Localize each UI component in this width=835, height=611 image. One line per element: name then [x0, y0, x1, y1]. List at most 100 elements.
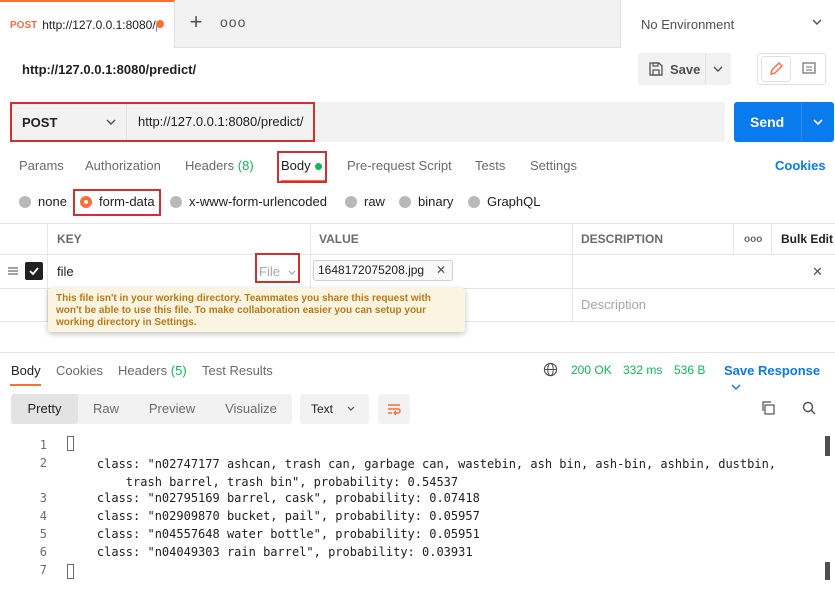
- pencil-icon: [770, 62, 783, 75]
- code-line: class: "n02747177 ashcan, trash can, gar…: [96, 457, 777, 489]
- save-icon: [649, 62, 663, 76]
- documentation-button[interactable]: [794, 56, 824, 82]
- copy-icon[interactable]: [760, 400, 776, 416]
- close-bracket-marker: [67, 564, 74, 579]
- tab-headers[interactable]: Headers (8): [185, 158, 254, 173]
- code-line: class: "n04557648 water bottle", probabi…: [68, 527, 480, 541]
- check-icon: [29, 267, 39, 276]
- radio-raw[interactable]: raw: [345, 194, 385, 209]
- drag-handle-icon[interactable]: [7, 265, 19, 277]
- response-size[interactable]: 536 B: [674, 363, 705, 377]
- radio-icon: [19, 195, 31, 208]
- new-tab-plus-icon[interactable]: +: [185, 11, 207, 34]
- tab-authorization[interactable]: Authorization: [85, 158, 161, 173]
- save-button[interactable]: Save: [638, 53, 731, 85]
- chevron-down-icon: [812, 19, 822, 25]
- radio-x-www-form-urlencoded[interactable]: x-www-form-urlencoded: [170, 194, 327, 209]
- remove-file-icon[interactable]: ✕: [436, 261, 446, 280]
- row-enabled-checkbox[interactable]: [25, 262, 43, 280]
- tab-settings[interactable]: Settings: [530, 158, 577, 173]
- send-button[interactable]: Send: [734, 102, 834, 142]
- format-select[interactable]: Text: [300, 394, 369, 424]
- radio-none[interactable]: none: [19, 194, 67, 209]
- chevron-down-icon[interactable]: [811, 115, 825, 129]
- divider: [733, 223, 734, 254]
- save-label: Save: [670, 61, 701, 77]
- view-toggle: [757, 53, 826, 85]
- line-number: 7: [39, 563, 47, 577]
- column-header-description: DESCRIPTION: [581, 232, 664, 246]
- view-pretty[interactable]: Pretty: [11, 394, 78, 424]
- divider: [771, 223, 772, 254]
- tab-params[interactable]: Params: [19, 158, 64, 173]
- response-tab-cookies[interactable]: Cookies: [56, 363, 103, 378]
- tab-tests[interactable]: Tests: [475, 158, 505, 173]
- scrollbar-thumb[interactable]: [825, 436, 830, 456]
- view-visualize[interactable]: Visualize: [216, 394, 286, 424]
- bulk-edit-button[interactable]: Bulk Edit: [781, 232, 833, 246]
- comment-icon: [802, 62, 816, 74]
- wrap-lines-button[interactable]: [378, 394, 410, 424]
- response-time[interactable]: 332 ms: [623, 363, 662, 377]
- search-icon[interactable]: [801, 400, 817, 416]
- chevron-down-icon: [731, 384, 741, 390]
- chevron-down-icon: [347, 406, 355, 411]
- cookies-link[interactable]: Cookies: [775, 158, 826, 173]
- divider: [572, 223, 573, 321]
- radio-binary[interactable]: binary: [399, 194, 453, 209]
- radio-icon: [468, 195, 480, 208]
- line-number: 6: [39, 545, 47, 559]
- column-header-value: VALUE: [319, 232, 359, 246]
- divider: [0, 352, 835, 353]
- request-tab[interactable]: POST http://127.0.0.1:8080/p: [0, 0, 175, 48]
- response-tab-headers[interactable]: Headers (5): [118, 363, 187, 378]
- body-tab-highlight: [277, 151, 327, 183]
- chevron-down-icon[interactable]: [711, 62, 725, 76]
- scrollbar-thumb[interactable]: [825, 562, 830, 580]
- tab-title: http://127.0.0.1:8080/p: [42, 18, 158, 32]
- line-number: 1: [39, 438, 47, 452]
- radio-icon: [399, 195, 411, 208]
- more-tabs-icon[interactable]: ooo: [220, 14, 246, 30]
- tab-bar: POST http://127.0.0.1:8080/p + ooo No En…: [0, 0, 835, 48]
- radio-graphql[interactable]: GraphQL: [468, 194, 540, 209]
- file-chip[interactable]: 1648172075208.jpg ✕: [313, 260, 453, 281]
- divider: [801, 102, 802, 142]
- form-data-highlight: [73, 189, 161, 216]
- response-tab-body[interactable]: Body: [11, 363, 41, 378]
- active-tab-indicator: [10, 384, 41, 386]
- headers-count: (5): [170, 363, 187, 378]
- file-type-highlight: [255, 253, 300, 283]
- line-number: 5: [39, 527, 47, 541]
- unsaved-dot-icon: [156, 20, 164, 28]
- send-label: Send: [750, 114, 785, 130]
- line-number: 3: [39, 491, 47, 505]
- response-tab-test-results[interactable]: Test Results: [202, 363, 273, 378]
- divider: [0, 254, 835, 255]
- column-options-icon[interactable]: ooo: [744, 234, 762, 245]
- open-bracket-marker: [67, 436, 74, 451]
- view-preview[interactable]: Preview: [141, 394, 203, 424]
- wrap-lines-icon: [388, 404, 401, 416]
- edit-button[interactable]: [761, 56, 791, 82]
- line-number: 2: [39, 456, 47, 470]
- key-input[interactable]: file: [57, 264, 74, 279]
- environment-select[interactable]: No Environment: [620, 0, 835, 48]
- request-title[interactable]: http://127.0.0.1:8080/predict/: [22, 62, 196, 77]
- tab-method: POST: [10, 19, 38, 31]
- method-highlight: [10, 102, 315, 142]
- view-raw[interactable]: Raw: [86, 394, 126, 424]
- delete-row-icon[interactable]: ✕: [812, 264, 823, 280]
- code-line: class: "n04049303 rain barrel", probabil…: [68, 545, 473, 559]
- divider: [0, 223, 835, 224]
- radio-icon: [170, 195, 182, 208]
- tab-pre-request-script[interactable]: Pre-request Script: [347, 158, 452, 173]
- environment-label: No Environment: [641, 16, 735, 32]
- divider: [705, 53, 706, 85]
- globe-icon[interactable]: [543, 362, 558, 377]
- column-header-key: KEY: [57, 232, 82, 246]
- headers-count: (8): [237, 158, 254, 173]
- status-code[interactable]: 200 OK: [571, 363, 612, 377]
- save-response-button[interactable]: Save Response: [724, 363, 835, 393]
- description-input[interactable]: Description: [581, 297, 646, 312]
